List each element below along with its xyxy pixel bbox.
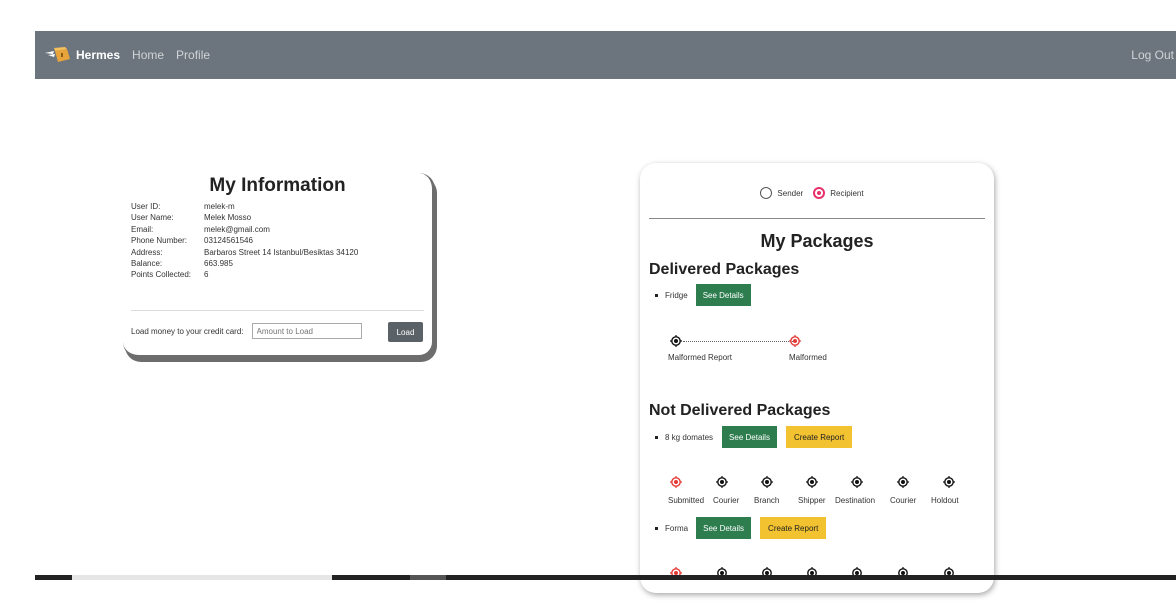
sender-radio[interactable] — [760, 187, 773, 199]
recipient-radio-label[interactable]: Recipient — [830, 189, 863, 198]
load-money-row: Load money to your credit card: — [131, 323, 362, 339]
info-row-email: Email: melek@gmail.com — [131, 224, 358, 235]
bottom-bar-segment — [72, 575, 332, 580]
sender-radio-label[interactable]: Sender — [777, 189, 803, 198]
role-radio-group: Sender Recipient — [640, 187, 994, 199]
bullet — [655, 435, 658, 439]
bullet — [655, 293, 658, 297]
info-value: melek-m — [204, 202, 235, 211]
brand-name: Hermes — [76, 48, 121, 62]
step-label: Courier — [890, 496, 917, 505]
create-report-button[interactable]: Create Report — [760, 517, 827, 539]
step-target-icon — [851, 476, 863, 488]
not-delivered-packages-title: Not Delivered Packages — [649, 402, 831, 419]
recipient-radio[interactable] — [813, 187, 826, 199]
create-report-button[interactable]: Create Report — [785, 426, 853, 448]
info-key: Points Collected: — [131, 270, 192, 280]
package-item-fridge: Fridge See Details — [655, 284, 751, 306]
packages-title: My Packages — [760, 231, 874, 251]
packages-divider — [649, 218, 985, 219]
see-details-button[interactable]: See Details — [695, 284, 751, 306]
info-row-address: Address: Barbaros Street 14 Istanbul/Besi… — [131, 247, 358, 258]
see-details-button[interactable]: See Details — [722, 426, 777, 448]
step-target-active-icon — [670, 476, 682, 488]
load-button[interactable]: Load — [388, 322, 423, 342]
step-target-icon — [943, 476, 955, 488]
brand[interactable]: Hermes — [43, 45, 120, 65]
step-target-icon — [761, 476, 773, 488]
package-name: Forma — [665, 523, 689, 533]
step-target-icon — [716, 476, 728, 488]
step-label: Malformed — [789, 353, 827, 362]
info-key: Address: — [131, 247, 163, 257]
info-key: Phone Number: — [131, 236, 188, 246]
package-item-domates: 8 kg domates See Details Create Report — [655, 426, 853, 448]
info-key: User ID: — [131, 202, 161, 211]
step-label: Destination — [835, 496, 876, 505]
info-value: Barbaros Street 14 Istanbul/Besiktas 341… — [204, 247, 359, 257]
info-key: Email: — [131, 224, 154, 234]
my-information-card: My Information User ID: melek-m User Name… — [123, 173, 435, 358]
step-target-active-icon — [789, 335, 801, 347]
nav-profile[interactable]: Profile — [176, 48, 210, 62]
bottom-bar-segment — [410, 575, 446, 580]
info-row-balance: Balance: 663.985 — [131, 258, 358, 269]
step-label: Holdout — [931, 496, 959, 505]
step-label: Shipper — [798, 496, 826, 505]
info-title: My Information — [209, 175, 346, 196]
info-value: melek@gmail.com — [204, 224, 270, 234]
load-label: Load money to your credit card: — [131, 326, 244, 336]
info-key: Balance: — [131, 259, 163, 269]
info-row-user-id: User ID: melek-m — [131, 201, 358, 212]
box-logo-icon — [45, 47, 70, 62]
step-target-icon — [670, 335, 682, 347]
tracker-line — [683, 341, 793, 342]
bullet — [655, 526, 658, 530]
info-row-phone: Phone Number: 03124561546 — [131, 235, 358, 246]
delivered-packages-title: Delivered Packages — [649, 261, 800, 278]
package-item-forma: Forma See Details Create Report — [655, 517, 827, 539]
package-name: 8 kg domates — [665, 432, 714, 442]
logout-link[interactable]: Log Out — [1131, 48, 1174, 62]
info-divider — [131, 310, 424, 311]
see-details-button[interactable]: See Details — [696, 517, 752, 539]
info-table: User ID: melek-m User Name: Melek Mosso Em… — [131, 201, 358, 281]
amount-to-load-input[interactable] — [251, 323, 362, 339]
package-name: Fridge — [665, 290, 688, 300]
step-label: Submitted — [668, 496, 705, 505]
info-value: 6 — [204, 270, 209, 280]
step-target-icon — [897, 476, 909, 488]
step-label: Courier — [713, 496, 740, 505]
info-row-user-name: User Name: Melek Mosso — [131, 212, 358, 223]
info-row-points: Points Collected: 6 — [131, 269, 358, 280]
my-packages-card: Sender Recipient My Packages Delivered P… — [640, 163, 994, 593]
nav-home[interactable]: Home — [132, 48, 164, 62]
step-label: Branch — [754, 496, 780, 505]
info-value: 03124561546 — [204, 236, 253, 246]
step-label: Malformed Report — [668, 353, 733, 362]
info-value: 663.985 — [204, 259, 233, 269]
step-target-icon — [806, 476, 818, 488]
info-value: Melek Mosso — [204, 213, 252, 223]
top-navbar: Hermes Home Profile Log Out — [35, 31, 1176, 79]
info-key: User Name: — [131, 213, 174, 223]
